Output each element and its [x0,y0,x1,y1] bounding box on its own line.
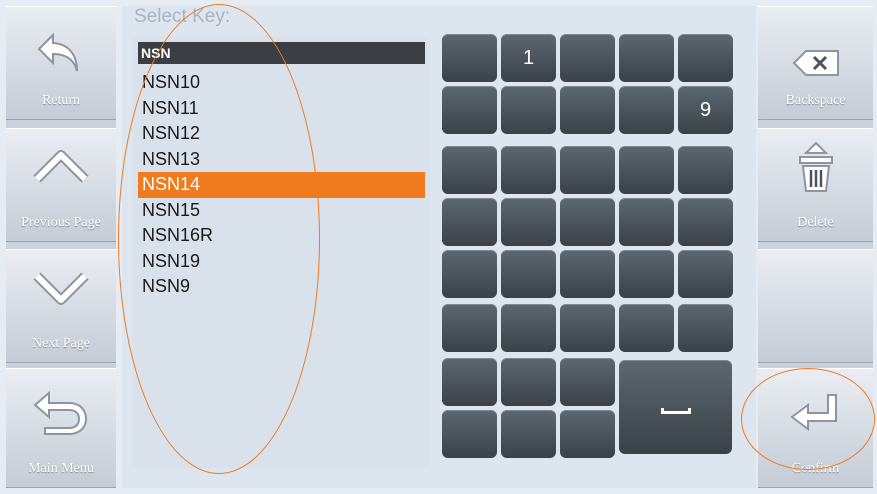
chevron-up-icon [33,150,89,183]
backspace-button[interactable]: Backspace [758,6,873,120]
keypad-key[interactable] [501,250,556,298]
delete-label: Delete [797,215,834,230]
u-turn-arrow-icon [33,390,88,435]
keypad-key[interactable] [619,34,674,82]
keypad-key[interactable] [560,198,615,246]
keypad-key[interactable] [442,410,497,458]
keypad-key[interactable] [442,250,497,298]
chevron-down-icon [33,272,89,305]
keypad-key[interactable] [619,250,674,298]
keypad-key[interactable] [678,250,733,298]
keypad-key[interactable] [678,304,733,352]
left-button-rail: Return Previous Page Next Page Main Menu [6,6,116,488]
keypad-key[interactable] [678,198,733,246]
trash-icon [798,141,833,192]
backspace-icon [792,50,839,76]
keypad-key[interactable] [619,198,674,246]
space-bar-icon [661,408,691,414]
keypad-key[interactable] [442,358,497,406]
keypad: 1 9 [442,34,734,464]
keypad-key[interactable] [560,250,615,298]
next-page-label: Next Page [32,336,90,351]
keypad-key[interactable] [678,146,733,194]
next-page-button[interactable]: Next Page [6,249,116,363]
keypad-key[interactable] [501,304,556,352]
empty-side-button [758,249,873,363]
keypad-key[interactable] [501,198,556,246]
keypad-key[interactable] [619,86,674,134]
delete-button[interactable]: Delete [758,128,873,242]
keypad-key[interactable] [442,198,497,246]
previous-page-button[interactable]: Previous Page [6,128,116,242]
keypad-key[interactable] [442,304,497,352]
keypad-key[interactable] [501,86,556,134]
annotation-ellipse-confirm [741,368,875,470]
main-menu-button[interactable]: Main Menu [6,368,116,488]
return-arrow-icon [37,32,78,72]
backspace-label: Backspace [785,93,846,108]
main-menu-label: Main Menu [28,461,94,476]
keypad-key[interactable] [560,304,615,352]
keypad-key[interactable] [560,358,615,406]
keypad-key[interactable] [619,304,674,352]
keypad-key[interactable] [560,86,615,134]
keypad-key[interactable] [678,34,733,82]
return-label: Return [41,93,81,108]
keypad-key[interactable] [442,34,497,82]
keypad-key[interactable] [442,86,497,134]
keypad-key[interactable] [501,146,556,194]
keypad-key[interactable] [619,146,674,194]
previous-page-label: Previous Page [21,215,101,230]
keypad-key[interactable] [560,146,615,194]
keypad-key[interactable] [560,410,615,458]
keypad-key[interactable] [442,146,497,194]
return-button[interactable]: Return [6,6,116,120]
space-key[interactable] [619,360,732,454]
keypad-key[interactable]: 1 [501,34,556,82]
keypad-key[interactable] [501,410,556,458]
keypad-key[interactable]: 9 [678,86,733,134]
keypad-key[interactable] [560,34,615,82]
keypad-key[interactable] [501,358,556,406]
annotation-ellipse-list [118,4,320,474]
